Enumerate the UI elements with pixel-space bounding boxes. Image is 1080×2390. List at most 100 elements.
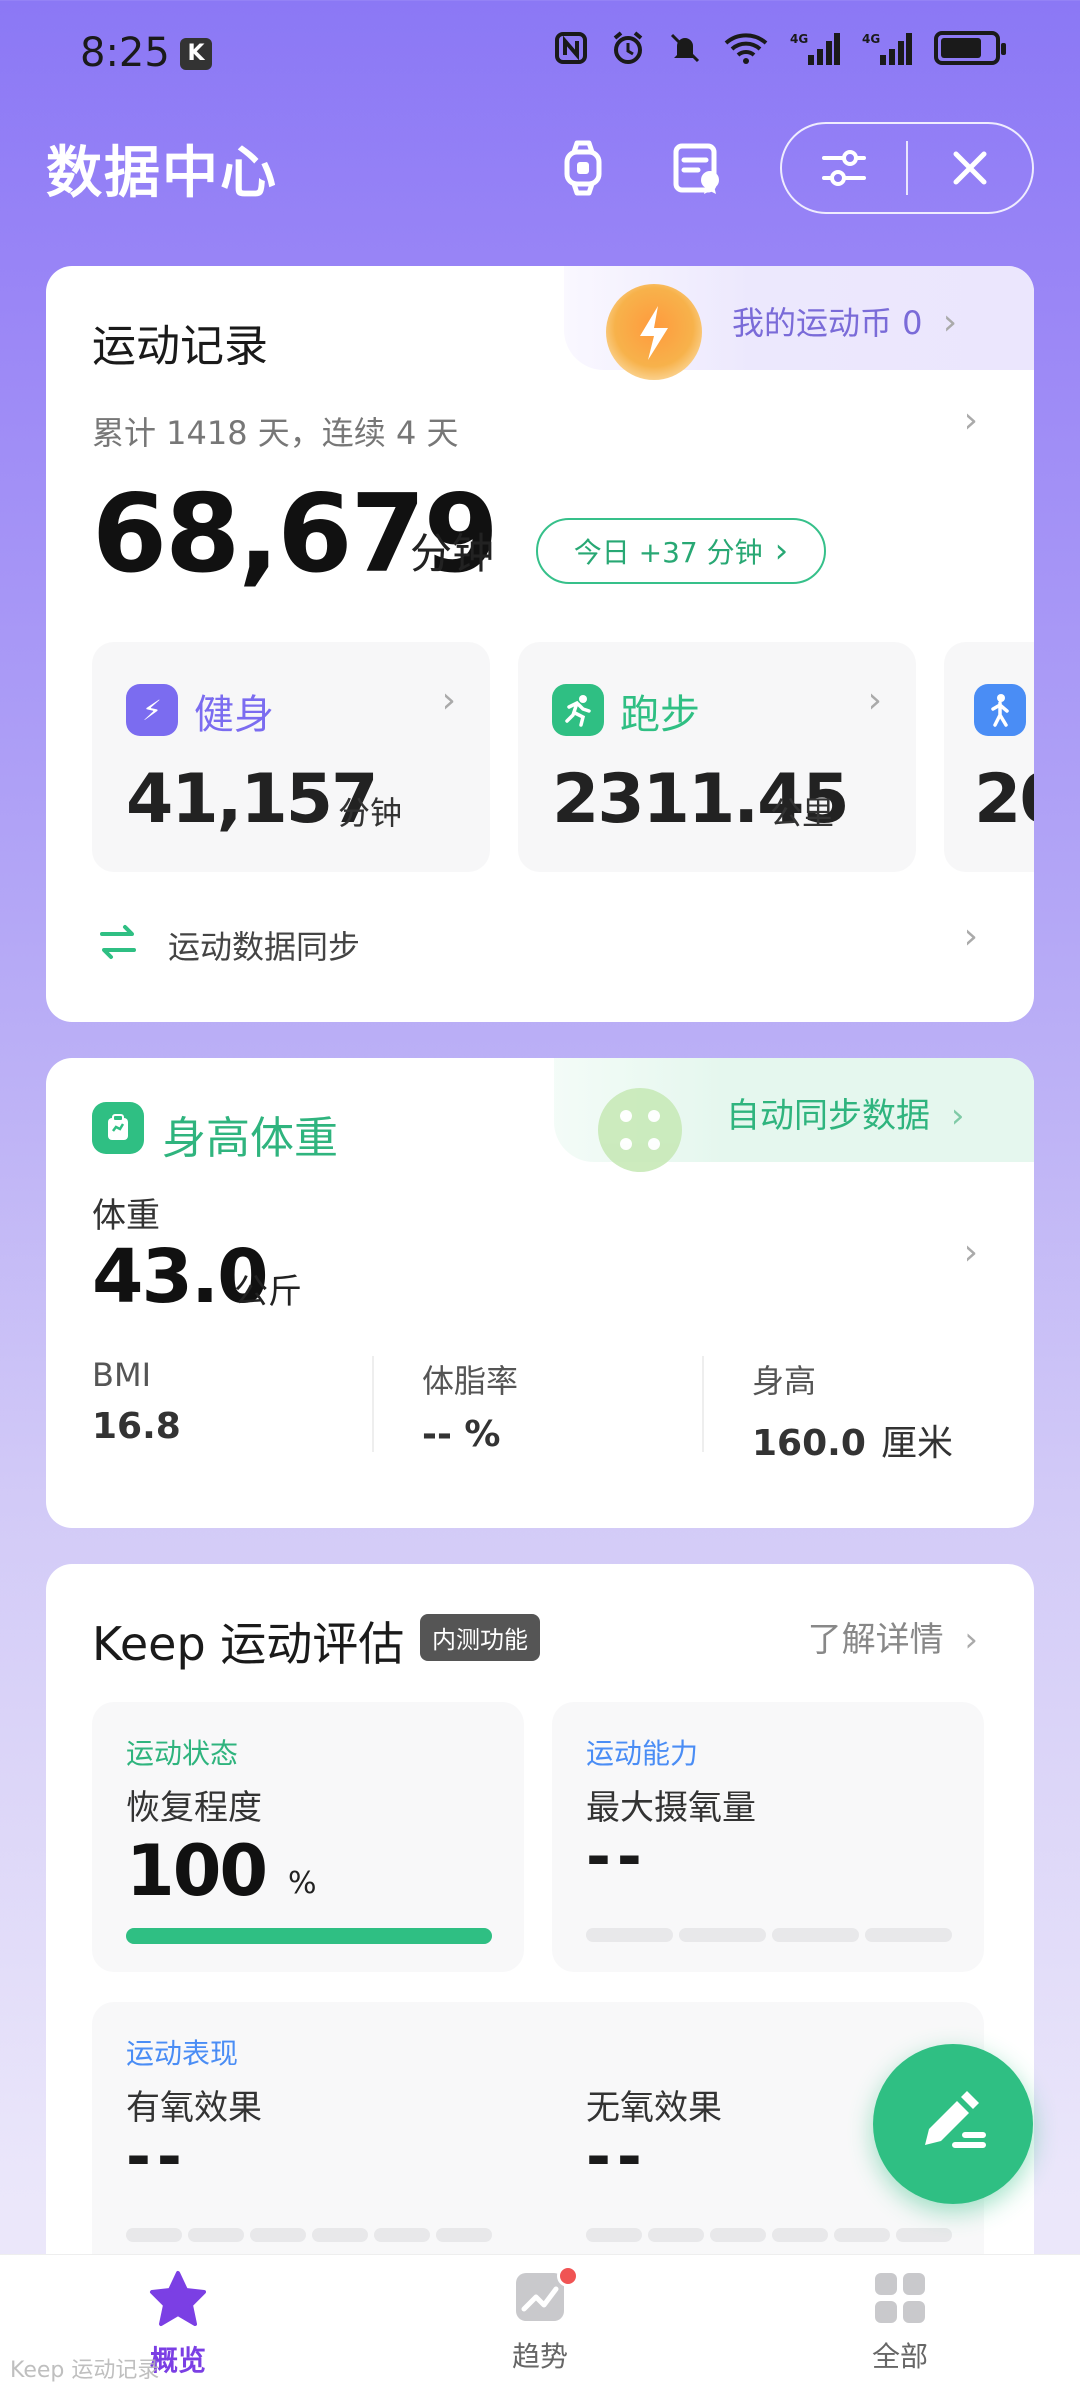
sport-item-unit: 公里	[770, 794, 835, 832]
k-app-icon: K	[180, 38, 212, 70]
learn-more-text: 了解详情	[807, 1620, 944, 1660]
nav-label: 趋势	[511, 2340, 568, 2373]
watch-icon[interactable]	[553, 138, 613, 198]
wifi-icon	[724, 33, 768, 64]
sport-coin-text: 我的运动币 0	[732, 304, 923, 342]
body-metrics-title: 身高体重	[162, 1113, 338, 1164]
progress-segment	[312, 2228, 368, 2242]
auto-sync-label: 自动同步数据 ›	[726, 1088, 964, 1137]
sport-item-fitness[interactable]: ⚡ 健身 › 41,157 分钟	[92, 642, 490, 872]
eval-value: --	[586, 2122, 648, 2192]
pencil-icon	[925, 2091, 986, 2148]
chevron-right-icon: ›	[942, 302, 958, 343]
record-fab-button[interactable]	[873, 2044, 1033, 2204]
metric-divider	[372, 1356, 374, 1452]
learn-more-link[interactable]: 了解详情 ›	[808, 1612, 978, 1661]
today-label: 今日 +37 分钟	[573, 536, 763, 569]
notification-dot	[557, 2265, 579, 2287]
sport-item-name: 跑步	[620, 692, 700, 738]
page-title: 数据中心	[46, 141, 278, 206]
lightning-coin-icon	[606, 284, 702, 380]
chevron-right-icon: ›	[867, 680, 882, 721]
progress-segment	[896, 2228, 952, 2242]
bmi-label: BMI	[92, 1356, 151, 1394]
sync-arrows-icon	[100, 925, 136, 959]
eval-value: 100	[126, 1830, 268, 1912]
height-label: 身高	[752, 1362, 817, 1400]
chevron-right-icon[interactable]: ›	[964, 400, 978, 441]
progress-segment	[250, 2228, 306, 2242]
settings-button[interactable]	[782, 124, 906, 212]
star-icon	[150, 2271, 206, 2326]
signal-4g-icon: 4G	[862, 32, 912, 65]
weight-label: 体重	[92, 1196, 160, 1236]
height-metric: 身高 160.0 厘米	[752, 1356, 953, 1466]
report-icon[interactable]	[668, 138, 728, 198]
today-minutes-pill[interactable]: 今日 +37 分钟 ›	[536, 518, 826, 584]
progress-segment	[648, 2228, 704, 2242]
weight-unit: 公斤	[234, 1272, 302, 1312]
chevron-right-icon: ›	[950, 1096, 965, 1136]
chevron-right-icon: ›	[441, 680, 456, 721]
auto-sync-banner[interactable]: 自动同步数据 ›	[554, 1058, 1034, 1172]
recovery-progress-track	[126, 1928, 492, 1944]
sport-sync-row[interactable]: 运动数据同步 ›	[46, 906, 1034, 986]
cumulative-days: 累计 1418 天，连续 4 天	[92, 414, 459, 452]
progress-segment	[834, 2228, 890, 2242]
eval-ability-box[interactable]: 运动能力 最大摄氧量 --	[552, 1702, 984, 1972]
chevron-right-icon[interactable]: ›	[964, 1232, 978, 1273]
close-button[interactable]	[908, 124, 1032, 212]
progress-segment	[586, 2228, 642, 2242]
eval-category: 运动表现	[126, 2037, 239, 2070]
close-icon	[953, 151, 987, 185]
progress-segment	[436, 2228, 492, 2242]
chevron-right-icon: ›	[963, 916, 978, 957]
scale-icon	[598, 1088, 682, 1172]
progress-segment	[772, 2228, 828, 2242]
progress-segment	[679, 1928, 766, 1942]
bottom-nav: 概览 趋势 全部	[0, 2254, 1080, 2390]
nfc-icon	[555, 32, 587, 64]
eval-value: --	[586, 1822, 648, 1892]
nav-item-all[interactable]: 全部	[800, 2255, 1000, 2390]
svg-text:4G: 4G	[790, 32, 808, 46]
fat-label: 体脂率	[422, 1362, 519, 1400]
auto-sync-text: 自动同步数据	[726, 1096, 930, 1136]
lightning-icon: ⚡	[126, 684, 178, 736]
chevron-right-icon: ›	[774, 531, 789, 571]
progress-segment	[865, 1928, 952, 1942]
eval-status-box[interactable]: 运动状态 恢复程度 100 %	[92, 1702, 524, 1972]
weight-clipboard-icon	[92, 1102, 144, 1154]
body-metrics-card: 自动同步数据 › 身高体重 体重 43.0 公斤 › BMI 16.8 体脂率 …	[46, 1058, 1034, 1528]
eval-name: 恢复程度	[126, 1788, 262, 1828]
signal-4g-icon: 4G	[790, 32, 840, 65]
mute-icon	[670, 33, 700, 63]
sport-coin-label: 我的运动币 0 ›	[732, 298, 957, 344]
sport-item-name: 健身	[194, 692, 274, 738]
nav-label: 全部	[871, 2340, 928, 2373]
eval-value: --	[126, 2122, 188, 2192]
eval-category: 运动能力	[586, 1737, 699, 1770]
evaluation-title: Keep 运动评估	[92, 1617, 405, 1671]
recovery-progress-fill	[126, 1928, 492, 1944]
sync-label: 运动数据同步	[168, 928, 361, 966]
status-time: 8:25	[80, 30, 170, 76]
sport-item-value: 20	[974, 760, 1034, 839]
progress-segment	[710, 2228, 766, 2242]
sport-item-running[interactable]: 跑步 › 2311.45 公里	[518, 642, 916, 872]
mini-program-capsule	[780, 122, 1034, 214]
alarm-icon	[613, 31, 643, 64]
bmi-value: 16.8	[92, 1406, 181, 1447]
fat-value: -- %	[422, 1414, 501, 1455]
eval-unit: %	[288, 1866, 317, 1901]
chevron-right-icon: ›	[964, 1620, 978, 1660]
metric-divider	[702, 1356, 704, 1452]
coin-banner[interactable]: 我的运动币 0 ›	[564, 266, 1034, 380]
progress-segment	[586, 1928, 673, 1942]
sport-item-walking[interactable]: 20	[944, 642, 1034, 872]
aerobic-segments	[126, 2228, 492, 2242]
bmi-metric: BMI 16.8	[92, 1356, 181, 1447]
nav-item-trends[interactable]: 趋势	[440, 2255, 640, 2390]
grid-icon	[875, 2273, 925, 2323]
status-bar: 8:25 K 4G 4G	[0, 0, 1080, 110]
